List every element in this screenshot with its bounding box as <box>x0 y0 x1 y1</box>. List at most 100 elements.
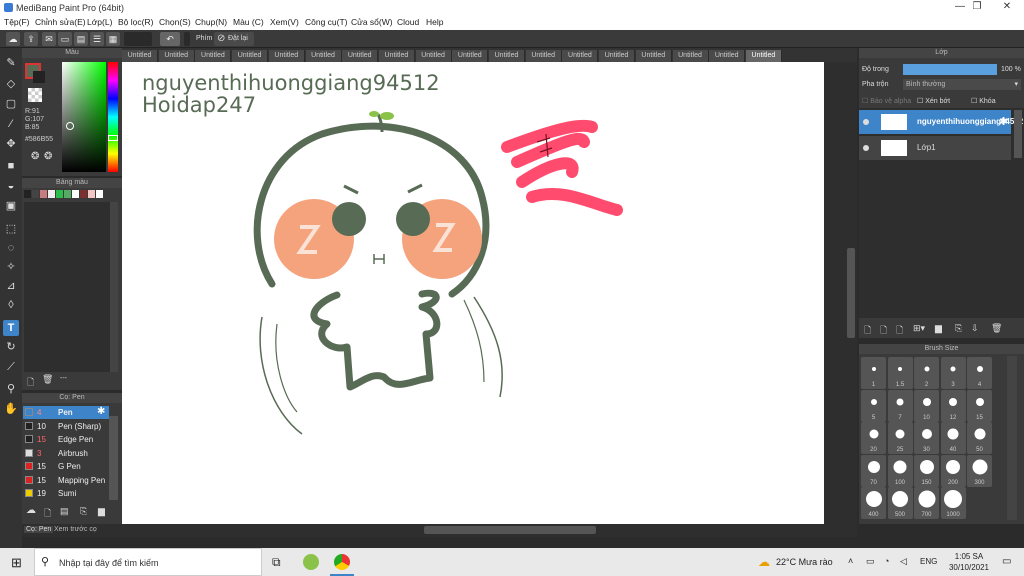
brush-tool-icon[interactable]: ✎ <box>3 55 19 71</box>
menu-layer[interactable]: Lớp(L) <box>87 17 112 27</box>
brush-item[interactable]: 15 Mapping Pen <box>23 474 109 487</box>
saturation-value-picker[interactable] <box>62 62 106 172</box>
restore-button[interactable]: ❐ <box>960 1 994 14</box>
menu-color[interactable]: Màu (C) <box>233 17 264 27</box>
list-icon[interactable]: ☰ <box>90 32 104 46</box>
tab-untitled[interactable]: Untitled <box>122 50 158 62</box>
undo-icon[interactable]: ↶ <box>160 32 180 46</box>
menu-file[interactable]: Tệp(F) <box>4 17 30 27</box>
brush-size-option[interactable]: 5 <box>861 389 886 422</box>
tab-untitled[interactable]: Untitled <box>378 50 415 62</box>
delete-palette-icon[interactable]: 🗑 <box>42 374 53 385</box>
duplicate-layer-icon[interactable]: ⎘ <box>955 323 962 334</box>
copy-brush-icon[interactable]: ⎘ <box>80 506 87 517</box>
app-icon-green[interactable] <box>303 554 319 570</box>
tab-untitled[interactable]: Untitled <box>342 50 379 62</box>
clock[interactable]: 1:05 SA 30/10/2021 <box>944 551 994 573</box>
brush-menu-icon[interactable]: ▤ <box>60 506 69 517</box>
color-picker-cursor[interactable] <box>66 122 74 130</box>
brush-size-option[interactable]: 500 <box>887 487 913 519</box>
brush-item[interactable]: 10 Pen (Sharp) <box>23 420 109 433</box>
palette-swatch[interactable] <box>80 190 87 198</box>
fill-rect-icon[interactable]: ■ <box>3 158 19 174</box>
gradient-tool-icon[interactable]: ▣ <box>3 198 19 214</box>
tab-untitled[interactable]: Untitled <box>232 50 269 62</box>
new-1bit-layer-icon[interactable]: 🗋 <box>896 323 903 339</box>
lock-checkbox[interactable]: ☐ Khóa <box>971 97 996 105</box>
brush-size-scrollbar[interactable] <box>1007 356 1017 520</box>
language-indicator[interactable]: ENG <box>920 557 937 566</box>
bucket-tool-icon[interactable]: ◒ <box>3 178 19 194</box>
brush-item[interactable]: 15 G Pen <box>23 460 109 473</box>
redo-icon[interactable] <box>184 32 190 46</box>
chat-icon[interactable]: ✉ <box>42 32 56 46</box>
blend-select[interactable]: Bình thường ▾ <box>903 79 1021 90</box>
comment-icon[interactable]: ▭ <box>58 32 72 46</box>
menu-filter[interactable]: Bộ lọc(R) <box>118 17 153 27</box>
brush-item[interactable]: 19 Sumi <box>23 487 109 500</box>
tab-brush-pen[interactable]: Cọ: Pen <box>24 526 54 533</box>
brush-list-scrollbar[interactable] <box>109 416 118 500</box>
add-palette-icon[interactable]: 🗋 <box>27 375 34 391</box>
eraser-tool-icon[interactable]: ◇ <box>3 76 19 92</box>
brush-size-option[interactable]: 1000 <box>940 487 966 519</box>
canvas-horizontal-scrollbar[interactable] <box>424 526 596 534</box>
menu-cloud[interactable]: Cloud <box>397 17 419 27</box>
brush-item[interactable]: 15 Edge Pen <box>23 433 109 446</box>
brush-size-option[interactable]: 20 <box>861 422 886 454</box>
chevron-up-icon[interactable]: ˄ <box>848 556 853 566</box>
gear-icon[interactable]: ✱ <box>999 115 1008 128</box>
divide-tool-icon[interactable]: ⟋ <box>3 359 19 375</box>
palette-scrollbar[interactable] <box>110 202 118 372</box>
text-tool-icon[interactable]: T <box>3 320 19 336</box>
brush-size-option[interactable]: 150 <box>914 454 939 487</box>
brush-size-option[interactable]: 3 <box>940 357 966 389</box>
new-brush-icon[interactable]: 🗋 <box>44 506 51 522</box>
brush-size-option[interactable]: 7 <box>887 389 913 422</box>
tab-brush-preview[interactable]: Xem trước cọ <box>54 526 97 533</box>
brush-size-option[interactable]: 10 <box>914 389 939 422</box>
brush-cloud-icon[interactable]: ☁ <box>26 505 36 516</box>
brush-size-option[interactable]: 100 <box>887 454 913 487</box>
tab-untitled[interactable]: Untitled <box>672 50 709 62</box>
eyedropper-icon[interactable]: ⚲ <box>3 381 19 397</box>
tab-untitled[interactable]: Untitled <box>452 50 489 62</box>
brush-size-option[interactable]: 1.5 <box>887 357 913 389</box>
battery-icon[interactable]: ▭ <box>866 556 875 567</box>
palette-swatch[interactable] <box>88 190 95 198</box>
volume-icon[interactable]: ◁ <box>900 556 907 567</box>
merge-layer-icon[interactable]: ⇩ <box>971 323 979 334</box>
tab-untitled[interactable]: Untitled <box>599 50 636 62</box>
brush-size-option[interactable]: 15 <box>967 389 992 422</box>
palette-swatch[interactable] <box>48 190 55 198</box>
dotted-pen-icon[interactable]: ⁄ <box>3 116 19 132</box>
brush-size-option[interactable]: 40 <box>940 422 966 454</box>
brush-item[interactable]: 3 Airbrush <box>23 447 109 460</box>
brush-size-option[interactable]: 30 <box>914 422 939 454</box>
folder-brush-icon[interactable]: ▆ <box>98 506 105 517</box>
palette-swatch[interactable] <box>96 190 103 198</box>
eye-icon[interactable] <box>863 119 869 125</box>
layer-row[interactable]: Lớp1 <box>859 136 1011 160</box>
brush-size-option[interactable]: 400 <box>861 487 886 519</box>
brush-size-option[interactable]: 70 <box>861 454 886 487</box>
palette-swatch[interactable] <box>56 190 63 198</box>
tab-untitled[interactable]: Untitled <box>415 50 452 62</box>
tab-untitled[interactable]: Untitled <box>635 50 672 62</box>
tab-untitled[interactable]: Untitled <box>489 50 525 62</box>
reset-button[interactable]: ⊘ Đặt lại <box>214 32 254 46</box>
brush-size-option[interactable]: 700 <box>914 487 939 519</box>
windows-start-icon[interactable]: ⊞ <box>11 555 22 571</box>
opacity-slider[interactable] <box>903 64 997 75</box>
brush-size-option[interactable]: 200 <box>940 454 966 487</box>
chrome-icon[interactable] <box>334 554 350 570</box>
menu-capture[interactable]: Chụp(N) <box>195 17 227 27</box>
marquee-tool-icon[interactable]: ⬚ <box>3 221 19 237</box>
wifi-icon[interactable]: ◔ <box>884 556 889 566</box>
hand-tool-icon[interactable]: ✋ <box>3 401 19 417</box>
new-layer-icon[interactable]: 🗋 <box>864 323 871 339</box>
layer-scrollbar[interactable] <box>1014 110 1022 158</box>
menu-window[interactable]: Cửa sổ(W) <box>351 17 393 27</box>
canvas[interactable]: nguyenthihuonggiang94512 Hoidap247 <box>122 62 824 524</box>
tab-untitled[interactable]: Untitled <box>709 50 746 62</box>
